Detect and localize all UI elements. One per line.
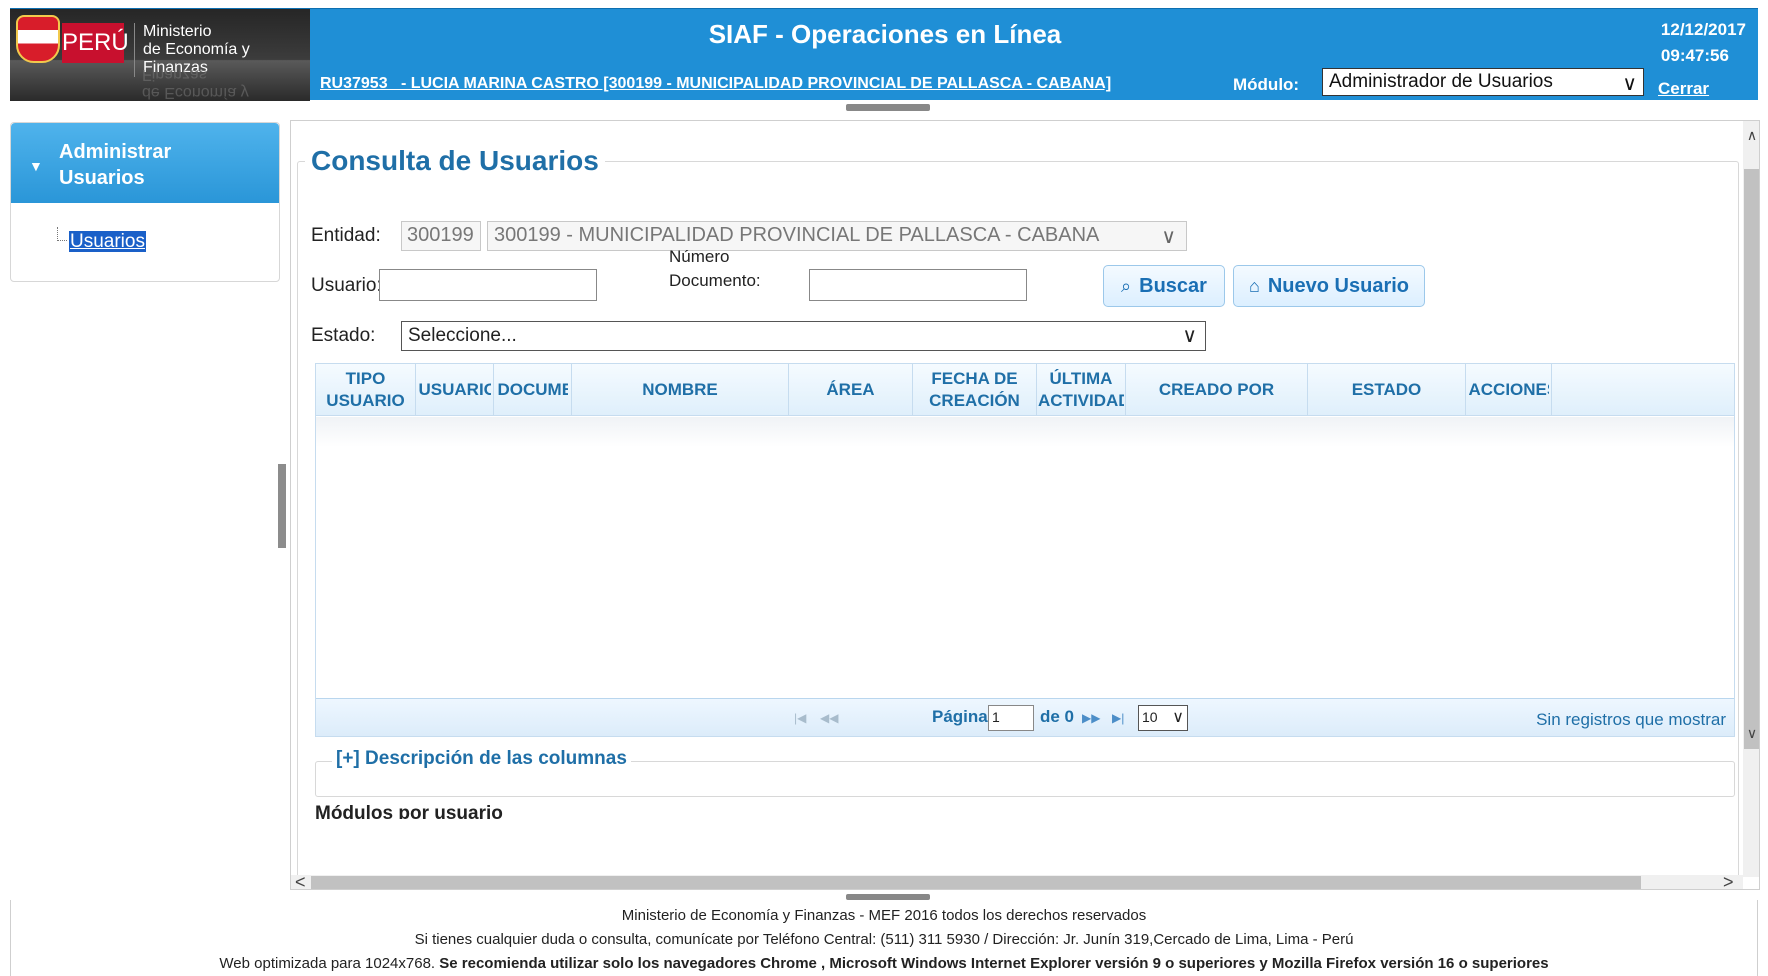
logout-link[interactable]: Cerrar sesión — [1658, 79, 1758, 119]
datetime: 12/12/2017 09:47:56 — [1661, 17, 1746, 69]
caret-down-icon: ▼ — [29, 158, 43, 174]
chevron-down-icon: ∨ — [1182, 325, 1197, 347]
entidad-select-value: 300199 - MUNICIPALIDAD PROVINCIAL DE PAL… — [494, 224, 1100, 246]
peru-brand: PERÚ — [62, 23, 129, 63]
column-header-creado-por[interactable]: CREADO POR — [1126, 364, 1308, 416]
estado-select-value: Seleccione... — [408, 325, 517, 346]
footer-copyright: Ministerio de Economía y Finanzas - MEF … — [621, 907, 1147, 924]
search-button[interactable]: ⌕ Buscar — [1103, 265, 1225, 307]
scroll-left-icon[interactable]: < — [295, 872, 306, 889]
usuario-label: Usuario: — [311, 275, 382, 296]
next-page-icon[interactable]: ▶▶ — [1082, 711, 1100, 725]
scroll-up-icon[interactable]: ∧ — [1743, 127, 1759, 144]
page-size-value: 10 — [1142, 709, 1158, 725]
estado-select[interactable]: Seleccione... ∨ — [401, 321, 1206, 351]
coat-of-arms-icon — [16, 15, 60, 63]
horizontal-scroll-thumb[interactable] — [311, 876, 1641, 889]
usuario-input[interactable] — [379, 269, 597, 301]
grid-header: TIPOUSUARIO USUARIO DOCUMENTO NOMBRE ÁRE… — [316, 364, 1734, 416]
grid-body — [316, 417, 1734, 697]
tree-connector-icon — [57, 227, 67, 241]
column-header-acciones[interactable]: ACCIONES — [1466, 364, 1552, 416]
module-label: Módulo: — [1233, 75, 1300, 94]
vertical-scroll-thumb[interactable] — [1744, 169, 1759, 749]
entidad-select: 300199 - MUNICIPALIDAD PROVINCIAL DE PAL… — [487, 221, 1187, 251]
modules-per-user-title: Módulos por usuario — [315, 803, 503, 819]
numdoc-input[interactable] — [809, 269, 1027, 301]
chevron-down-icon: ∨ — [1622, 73, 1637, 95]
current-date: 12/12/2017 — [1660, 20, 1746, 39]
column-description-fieldset: [+] Descripción de las columnas — [315, 748, 1735, 797]
numdoc-label: Número Documento: — [669, 245, 761, 293]
column-header-fecha-creacion[interactable]: FECHA DE CREACIÓN — [913, 364, 1037, 416]
grid-pager: |◀ ◀◀ Página 1 de 0 ▶▶ ▶| 10 ∨ Sin regis… — [316, 698, 1734, 736]
footer-contact: Si tienes cualquier duda o consulta, com… — [414, 931, 1354, 948]
page-size-select[interactable]: 10 ∨ — [1138, 705, 1188, 731]
page-label: Página — [932, 707, 988, 726]
entidad-label: Entidad: — [311, 225, 381, 246]
content-panel: Consulta de Usuarios Entidad: 300199 300… — [290, 120, 1760, 890]
app-title: SIAF - Operaciones en Línea — [708, 19, 1062, 49]
search-button-label: Buscar — [1139, 275, 1207, 297]
app-header: PERÚ Ministerio de Economía y Finanzas d… — [10, 8, 1758, 118]
sidebar-item-usuarios[interactable]: Usuarios — [57, 227, 146, 253]
last-page-icon[interactable]: ▶| — [1112, 711, 1124, 725]
column-header-nombre[interactable]: NOMBRE — [572, 364, 789, 416]
module-select-value: Administrador de Usuarios — [1329, 71, 1553, 92]
column-header-estado[interactable]: ESTADO — [1308, 364, 1466, 416]
user-info-link[interactable]: RU37953 - LUCIA MARINA CASTRO [300199 - … — [320, 75, 1111, 93]
numdoc-label-line-1: Número — [669, 247, 730, 266]
sidebar: ▼ Administrar Usuarios Usuarios — [10, 122, 280, 282]
scroll-right-icon[interactable]: > — [1723, 872, 1734, 889]
column-header-ultima-actividad[interactable]: ÚLTIMA ACTIVIDAD — [1037, 364, 1126, 416]
new-user-button[interactable]: ⌂ Nuevo Usuario — [1233, 265, 1425, 307]
ministry-line-1: Ministerio — [143, 23, 212, 40]
sidebar-section-admin-users[interactable]: ▼ Administrar Usuarios — [11, 123, 279, 203]
page-title: Consulta de Usuarios — [305, 145, 605, 177]
ministry-reflection: de Economía y Finanzas — [142, 66, 249, 101]
entidad-code-field: 300199 — [401, 221, 481, 251]
sidebar-item-label[interactable]: Usuarios — [69, 231, 146, 252]
user-icon: ⌂ — [1248, 276, 1260, 296]
users-grid: TIPOUSUARIO USUARIO DOCUMENTO NOMBRE ÁRE… — [315, 363, 1735, 737]
module-select[interactable]: Administrador de Usuarios ∨ — [1322, 68, 1644, 96]
sidebar-section-title-1: Administrar — [59, 141, 172, 163]
column-header-usuario[interactable]: USUARIO — [416, 364, 494, 416]
new-user-button-label: Nuevo Usuario — [1267, 275, 1410, 297]
pager-status: Sin registros que mostrar — [1536, 710, 1726, 729]
mef-logo: PERÚ Ministerio de Economía y Finanzas d… — [10, 9, 310, 101]
sidebar-section-title-2: Usuarios — [59, 167, 145, 189]
column-header-tipo-usuario[interactable]: TIPO USUARIO — [316, 364, 416, 416]
chevron-down-icon: ∨ — [1172, 709, 1184, 726]
top-splitter-handle[interactable] — [846, 104, 930, 111]
current-time: 09:47:56 — [1660, 46, 1729, 65]
column-description-toggle[interactable]: [+] Descripción de las columnas — [332, 748, 631, 770]
footer-browser-note: Web optimizada para 1024x768. Se recomie… — [219, 955, 1549, 972]
column-header-documento[interactable]: DOCUMENTO — [494, 364, 572, 416]
horizontal-scrollbar[interactable]: < > — [291, 872, 1743, 889]
vertical-scrollbar[interactable]: ∧ ∨ — [1743, 121, 1759, 877]
footer: Ministerio de Economía y Finanzas - MEF … — [10, 900, 1758, 976]
page-input[interactable]: 1 — [988, 705, 1034, 731]
estado-label: Estado: — [311, 325, 376, 346]
column-header-area[interactable]: ÁREA — [789, 364, 913, 416]
left-splitter-handle[interactable] — [278, 464, 286, 548]
chevron-down-icon: ∨ — [1161, 226, 1176, 248]
numdoc-label-line-2: Documento: — [669, 271, 761, 290]
first-page-icon[interactable]: |◀ — [794, 711, 806, 725]
page-of-label: de 0 — [1040, 707, 1075, 726]
prev-page-icon[interactable]: ◀◀ — [820, 711, 838, 725]
search-icon: ⌕ — [1121, 276, 1132, 296]
scroll-down-icon[interactable]: ∨ — [1743, 725, 1759, 742]
